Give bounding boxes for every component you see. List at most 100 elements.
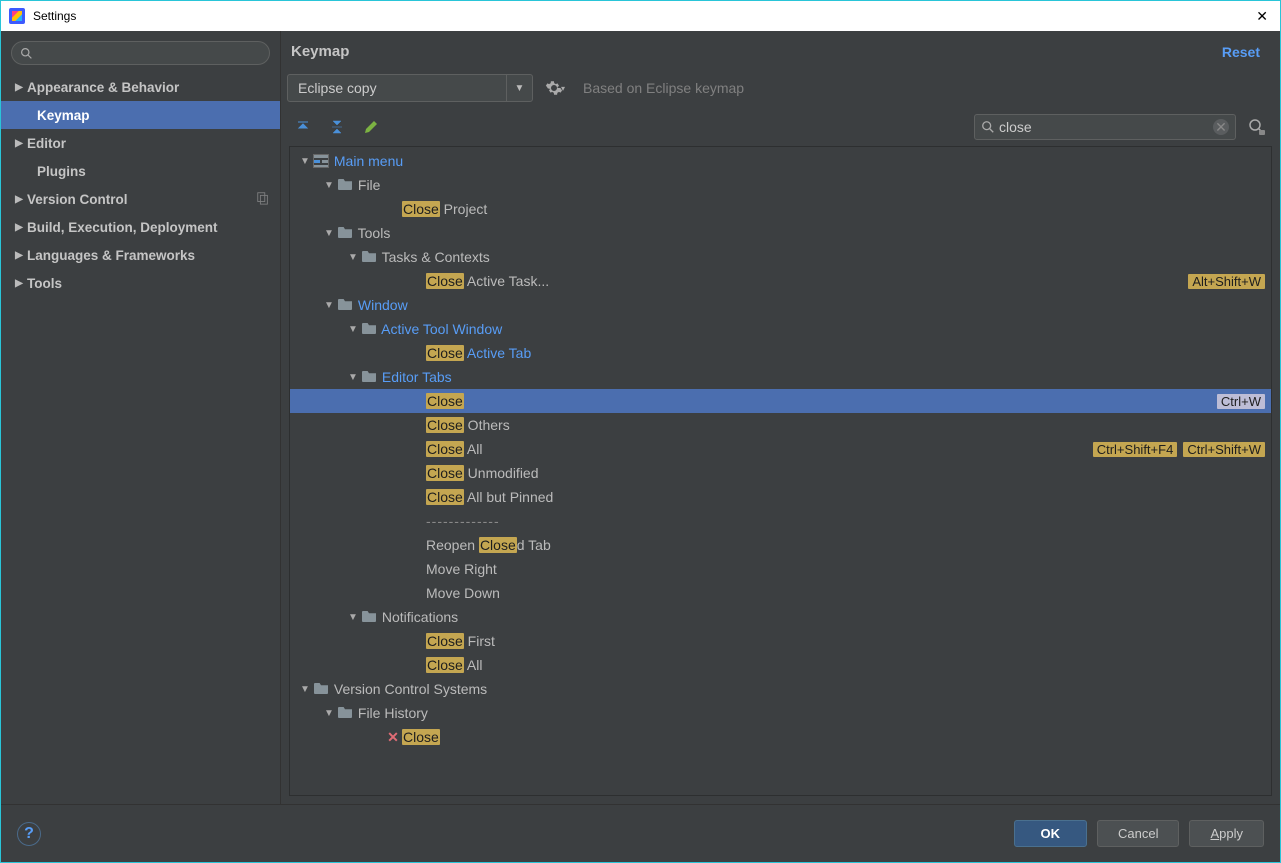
tree-action[interactable]: Move Right — [290, 557, 1271, 581]
expand-arrow-icon: ▼ — [346, 252, 360, 263]
tree-node-label: Tasks & Contexts — [378, 249, 490, 265]
collapse-all-button[interactable] — [325, 115, 349, 139]
tree-action[interactable]: ✕Close — [290, 725, 1271, 749]
tree-node-notifications[interactable]: ▼ Notifications — [290, 605, 1271, 629]
chevron-right-icon: ▶ — [11, 250, 27, 261]
tree-action[interactable]: Close All — [290, 653, 1271, 677]
expand-arrow-icon: ▼ — [298, 684, 312, 695]
search-icon — [981, 120, 995, 134]
shortcut-badge: Ctrl+W — [1217, 394, 1265, 409]
sidebar-item-plugins[interactable]: Plugins — [1, 157, 280, 185]
sidebar-item-appearance-behavior[interactable]: ▶Appearance & Behavior — [1, 73, 280, 101]
tree-node-label: Window — [354, 297, 408, 313]
sidebar-item-label: Plugins — [37, 164, 270, 179]
action-search-input[interactable]: ✕ — [974, 114, 1236, 140]
find-by-shortcut-button[interactable] — [1246, 116, 1268, 138]
tree-action-label: Close Active Tab — [426, 345, 531, 361]
gear-button[interactable]: ▾ — [541, 74, 569, 102]
folder-icon — [336, 297, 354, 313]
sidebar-item-build-execution-deployment[interactable]: ▶Build, Execution, Deployment — [1, 213, 280, 241]
expand-arrow-icon: ▼ — [322, 300, 336, 311]
close-icon: ✕ — [384, 729, 402, 746]
sidebar-item-version-control[interactable]: ▶Version Control — [1, 185, 280, 213]
sidebar-item-label: Appearance & Behavior — [27, 80, 270, 95]
shortcut-badge: Alt+Shift+W — [1188, 274, 1265, 289]
expand-all-button[interactable] — [291, 115, 315, 139]
tree-action[interactable]: Move Down — [290, 581, 1271, 605]
tree-node-file-history[interactable]: ▼ File History — [290, 701, 1271, 725]
tree-node-active-tool-window[interactable]: ▼ Active Tool Window — [290, 317, 1271, 341]
tree-action[interactable]: Close Project — [290, 197, 1271, 221]
tree-node-main-menu[interactable]: ▼ Main menu — [290, 149, 1271, 173]
tree-node-window[interactable]: ▼ Window — [290, 293, 1271, 317]
sidebar-search-input[interactable] — [11, 41, 270, 65]
cancel-button[interactable]: Cancel — [1097, 820, 1179, 847]
shortcut-group: Alt+Shift+W — [1188, 274, 1265, 289]
settings-sidebar: ▶Appearance & BehaviorKeymap▶EditorPlugi… — [1, 31, 281, 804]
tree-action[interactable]: Close Ctrl+W — [290, 389, 1271, 413]
chevron-down-icon: ▾ — [561, 84, 565, 93]
shortcut-group: Ctrl+Shift+F4Ctrl+Shift+W — [1093, 442, 1265, 457]
folder-icon — [336, 225, 354, 241]
expand-arrow-icon: ▼ — [346, 372, 360, 383]
folder-icon — [360, 369, 378, 385]
tree-action[interactable]: Reopen Closed Tab — [290, 533, 1271, 557]
tree-action[interactable]: Close Unmodified — [290, 461, 1271, 485]
tree-action[interactable]: Close First — [290, 629, 1271, 653]
expand-arrow-icon: ▼ — [298, 156, 312, 167]
sidebar-item-keymap[interactable]: Keymap — [1, 101, 280, 129]
tree-node-label: Tools — [354, 225, 390, 241]
help-button[interactable]: ? — [17, 822, 41, 846]
window-close-button[interactable]: ✕ — [1252, 8, 1272, 25]
folder-icon — [360, 609, 378, 625]
app-icon — [9, 8, 25, 24]
apply-button[interactable]: Apply — [1189, 820, 1264, 847]
keymap-selector-row: Eclipse copy ▼ ▾ Based on Eclipse keymap — [281, 68, 1280, 108]
sidebar-nav: ▶Appearance & BehaviorKeymap▶EditorPlugi… — [1, 73, 280, 804]
tree-action[interactable]: Close Active Task...Alt+Shift+W — [290, 269, 1271, 293]
sidebar-item-label: Editor — [27, 136, 270, 151]
action-tree[interactable]: ▼ Main menu▼ FileClose Project▼ Tools▼ T… — [289, 146, 1272, 796]
clear-search-button[interactable]: ✕ — [1213, 119, 1229, 135]
tree-action-label: Close Project — [402, 201, 487, 217]
chevron-right-icon: ▶ — [11, 222, 27, 233]
tree-node-file[interactable]: ▼ File — [290, 173, 1271, 197]
panel-header: Keymap Reset — [281, 31, 1280, 68]
tree-action-label: Close — [426, 393, 464, 409]
tree-action-label: Move Down — [426, 585, 500, 601]
tree-action-label: Close Unmodified — [426, 465, 539, 481]
titlebar: Settings ✕ — [1, 1, 1280, 31]
dialog-footer: ? OK Cancel Apply — [1, 804, 1280, 862]
tree-action[interactable]: Close All Ctrl+Shift+F4Ctrl+Shift+W — [290, 437, 1271, 461]
ok-button[interactable]: OK — [1014, 820, 1088, 847]
edit-button[interactable] — [359, 115, 383, 139]
folder-icon — [360, 321, 378, 337]
tree-node-tasks-contexts[interactable]: ▼ Tasks & Contexts — [290, 245, 1271, 269]
chevron-right-icon: ▶ — [11, 138, 27, 149]
action-search-field[interactable] — [999, 119, 1213, 135]
tree-node-editor-tabs[interactable]: ▼ Editor Tabs — [290, 365, 1271, 389]
find-shortcut-icon — [1248, 118, 1266, 136]
sidebar-item-editor[interactable]: ▶Editor — [1, 129, 280, 157]
sidebar-item-languages-frameworks[interactable]: ▶Languages & Frameworks — [1, 241, 280, 269]
tree-action[interactable]: Close All but Pinned — [290, 485, 1271, 509]
tree-node-label: Version Control Systems — [330, 681, 487, 697]
tree-action[interactable]: Close Others — [290, 413, 1271, 437]
tree-toolbar: ✕ — [281, 108, 1280, 146]
shortcut-group: Ctrl+W — [1217, 394, 1265, 409]
expand-arrow-icon: ▼ — [346, 612, 360, 623]
sidebar-item-tools[interactable]: ▶Tools — [1, 269, 280, 297]
tree-action-label: Close First — [426, 633, 495, 649]
tree-node-tools[interactable]: ▼ Tools — [290, 221, 1271, 245]
tree-action[interactable]: ------------- — [290, 509, 1271, 533]
pencil-icon — [363, 119, 379, 135]
reset-link[interactable]: Reset — [1222, 44, 1260, 60]
tree-action-label: Move Right — [426, 561, 497, 577]
tree-node-label: Editor Tabs — [378, 369, 452, 385]
tree-action-label: Close All — [426, 441, 482, 457]
keymap-select[interactable]: Eclipse copy ▼ — [287, 74, 533, 102]
sidebar-item-label: Languages & Frameworks — [27, 248, 270, 263]
tree-node-version-control-systems[interactable]: ▼ Version Control Systems — [290, 677, 1271, 701]
tree-action[interactable]: Close Active Tab — [290, 341, 1271, 365]
chevron-right-icon: ▶ — [11, 82, 27, 93]
